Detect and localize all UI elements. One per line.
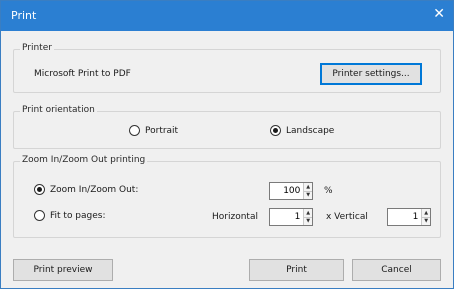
vertical-input[interactable]: [388, 209, 422, 225]
zoom-unit: %: [324, 186, 333, 196]
landscape-radio-dot: [273, 128, 278, 133]
spin-up-icon[interactable]: ▲: [304, 209, 312, 217]
zoom-group-legend: Zoom In/Zoom Out printing: [20, 155, 148, 165]
zoom-radio-dot: [37, 187, 42, 192]
spin-down-icon[interactable]: ▼: [304, 190, 312, 199]
title-bar: Print ✕: [1, 1, 453, 31]
fit-label: Fit to pages:: [50, 210, 106, 221]
portrait-radio[interactable]: Portrait: [129, 125, 178, 136]
printer-name: Microsoft Print to PDF: [34, 69, 131, 79]
horizontal-label: Horizontal: [212, 212, 258, 222]
spin-up-icon[interactable]: ▲: [304, 183, 312, 191]
print-dialog: Print ✕ Printer Microsoft Print to PDF P…: [0, 0, 454, 289]
landscape-radio-circle: [270, 125, 281, 136]
spin-down-icon[interactable]: ▼: [304, 216, 312, 225]
landscape-radio[interactable]: Landscape: [270, 125, 334, 136]
landscape-label: Landscape: [286, 125, 335, 136]
spin-down-icon[interactable]: ▼: [422, 216, 430, 225]
vertical-stepper[interactable]: ▲ ▼: [387, 208, 431, 226]
zoom-radio-circle: [34, 184, 45, 195]
portrait-radio-circle: [129, 125, 140, 136]
cancel-button[interactable]: Cancel: [352, 259, 441, 281]
horizontal-stepper-arrows: ▲ ▼: [303, 209, 312, 225]
printer-group: Printer Microsoft Print to PDF Printer s…: [13, 43, 441, 93]
fit-to-pages-radio[interactable]: Fit to pages:: [34, 210, 106, 221]
portrait-label: Portrait: [145, 125, 179, 136]
vertical-stepper-arrows: ▲ ▼: [421, 209, 430, 225]
fit-radio-circle: [34, 210, 45, 221]
printer-group-legend: Printer: [20, 43, 54, 53]
orientation-group-legend: Print orientation: [20, 105, 97, 115]
horizontal-stepper[interactable]: ▲ ▼: [269, 208, 313, 226]
printer-settings-button[interactable]: Printer settings...: [320, 63, 422, 85]
print-preview-button[interactable]: Print preview: [13, 259, 113, 281]
horizontal-input[interactable]: [270, 209, 304, 225]
close-icon[interactable]: ✕: [433, 6, 445, 22]
orientation-group: Print orientation Portrait Landscape: [13, 105, 441, 149]
vertical-label: x Vertical: [326, 212, 368, 222]
print-button[interactable]: Print: [249, 259, 344, 281]
zoom-stepper-arrows: ▲ ▼: [303, 183, 312, 199]
zoom-stepper[interactable]: ▲ ▼: [269, 182, 313, 200]
window-title: Print: [11, 9, 37, 22]
zoom-radio[interactable]: Zoom In/Zoom Out:: [34, 184, 138, 195]
zoom-input[interactable]: [270, 183, 304, 199]
zoom-group: Zoom In/Zoom Out printing Zoom In/Zoom O…: [13, 155, 441, 238]
spin-up-icon[interactable]: ▲: [422, 209, 430, 217]
zoom-label: Zoom In/Zoom Out:: [50, 184, 139, 195]
